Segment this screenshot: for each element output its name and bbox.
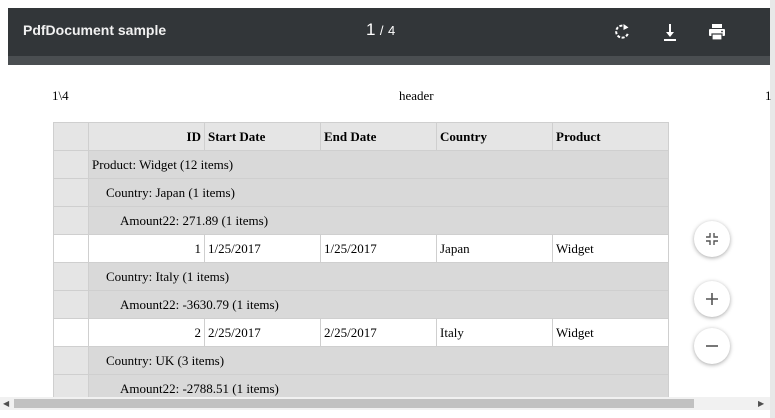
- scroll-left-icon[interactable]: ◀: [3, 399, 9, 408]
- column-header-country: Country: [436, 122, 553, 151]
- zoom-in-icon: [706, 293, 718, 305]
- group-row: Country: Japan (1 items): [53, 178, 669, 207]
- document-title: PdfDocument sample: [23, 22, 167, 38]
- zoom-in-button[interactable]: [694, 281, 730, 317]
- group-row: Amount22: 271.89 (1 items): [53, 206, 669, 235]
- cell-country: Japan: [436, 234, 553, 263]
- page-header-text: header: [399, 88, 434, 103]
- fit-page-icon: [706, 233, 718, 245]
- row-indicator: [53, 234, 89, 263]
- fit-page-button[interactable]: [694, 221, 730, 257]
- page-indicator: 1 / 4: [366, 20, 395, 40]
- column-header-product: Product: [552, 122, 669, 151]
- row-indicator: [53, 178, 89, 207]
- grid-header-row: ID Start Date End Date Country Product: [53, 122, 669, 151]
- horizontal-scrollbar[interactable]: ◀ ▶: [0, 397, 770, 410]
- group-caption: Product: Widget (12 items): [88, 150, 669, 179]
- scroll-right-icon[interactable]: ▶: [758, 399, 764, 408]
- group-row: Country: UK (3 items): [53, 346, 669, 375]
- column-header-start-date: Start Date: [204, 122, 321, 151]
- toolbar-shadow: [8, 56, 770, 65]
- current-page: 1: [366, 20, 376, 39]
- group-row: Product: Widget (12 items): [53, 150, 669, 179]
- row-indicator: [53, 346, 89, 375]
- print-icon[interactable]: [705, 20, 729, 44]
- table-row: 1 1/25/2017 1/25/2017 Japan Widget: [53, 234, 669, 263]
- cell-start-date: 2/25/2017: [204, 318, 321, 347]
- group-caption: Country: Italy (1 items): [88, 262, 669, 291]
- row-indicator: [53, 290, 89, 319]
- total-pages: 4: [388, 23, 396, 38]
- viewer-edge: [770, 0, 775, 418]
- scrollbar-thumb[interactable]: [14, 399, 694, 408]
- row-indicator: [53, 150, 89, 179]
- cell-start-date: 1/25/2017: [204, 234, 321, 263]
- cell-id: 2: [88, 318, 205, 347]
- column-header-end-date: End Date: [320, 122, 437, 151]
- cell-country: Italy: [436, 318, 553, 347]
- zoom-out-icon: [706, 345, 718, 347]
- row-indicator: [53, 206, 89, 235]
- cell-id: 1: [88, 234, 205, 263]
- download-icon[interactable]: [658, 20, 682, 44]
- cell-product: Widget: [552, 234, 669, 263]
- group-caption: Amount22: 271.89 (1 items): [88, 206, 669, 235]
- cell-product: Widget: [552, 318, 669, 347]
- zoom-out-button[interactable]: [694, 328, 730, 364]
- group-caption: Country: Japan (1 items): [88, 178, 669, 207]
- row-indicator-header: [53, 122, 89, 151]
- data-grid: ID Start Date End Date Country Product P…: [53, 122, 669, 403]
- cell-end-date: 2/25/2017: [320, 318, 437, 347]
- group-caption: Country: UK (3 items): [88, 346, 669, 375]
- group-row: Amount22: -3630.79 (1 items): [53, 290, 669, 319]
- next-page-edge-text: 1: [765, 88, 772, 103]
- table-row: 2 2/25/2017 2/25/2017 Italy Widget: [53, 318, 669, 347]
- page-counter: 1\4: [52, 88, 69, 103]
- rotate-icon[interactable]: [611, 20, 635, 44]
- group-caption: Amount22: -3630.79 (1 items): [88, 290, 669, 319]
- group-row: Country: Italy (1 items): [53, 262, 669, 291]
- pdf-toolbar: PdfDocument sample 1 / 4: [8, 8, 770, 56]
- column-header-id: ID: [88, 122, 205, 151]
- page-separator: /: [379, 23, 384, 38]
- row-indicator: [53, 318, 89, 347]
- cell-end-date: 1/25/2017: [320, 234, 437, 263]
- row-indicator: [53, 262, 89, 291]
